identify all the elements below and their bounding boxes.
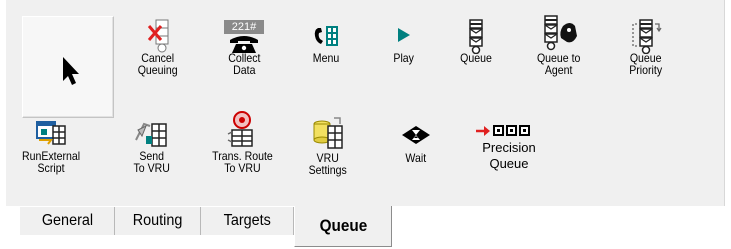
hourglass-wait-icon xyxy=(398,118,434,152)
trans-route-to-vru-label: Trans. Route To VRU xyxy=(211,149,273,175)
cancel-queuing-tool[interactable]: Cancel Queuing xyxy=(126,18,190,76)
trans-route-to-vru-icon xyxy=(222,110,262,150)
send-to-vru-label: Send To VRU xyxy=(133,149,171,175)
queue-to-agent-icon xyxy=(537,14,581,52)
menu-tool[interactable]: Menu xyxy=(298,18,354,64)
send-to-vru-tool[interactable]: Send To VRU xyxy=(120,116,184,174)
tab-queue[interactable]: Queue xyxy=(294,206,392,247)
tab-routing-label: Routing xyxy=(132,212,183,229)
send-to-vru-icon xyxy=(132,116,172,150)
queue-label: Queue xyxy=(460,51,492,65)
arrow-pointer-icon xyxy=(63,57,79,85)
run-external-script-tool[interactable]: RunExternal Script xyxy=(10,116,92,174)
queue-to-agent-label: Queue to Agent xyxy=(537,51,581,77)
tab-general[interactable]: General xyxy=(20,207,115,235)
queue-priority-tool[interactable]: Queue Priority xyxy=(616,18,676,76)
collect-data-tool[interactable]: 221# Collect Data xyxy=(212,18,276,76)
cancel-queuing-icon xyxy=(140,18,176,53)
precision-queue-label: Precision Queue xyxy=(482,140,536,171)
tab-targets-label: Targets xyxy=(223,212,271,229)
queue-icon xyxy=(458,18,494,54)
run-external-script-label: RunExternal Script xyxy=(21,149,81,175)
trans-route-to-vru-tool[interactable]: Trans. Route To VRU xyxy=(202,110,282,174)
wait-tool[interactable]: Wait xyxy=(386,118,446,164)
menu-phone-icon xyxy=(308,18,344,52)
queue-priority-label: Queue Priority xyxy=(629,51,663,77)
play-tool[interactable]: Play xyxy=(376,18,432,64)
collect-data-label: Collect Data xyxy=(227,51,261,77)
queue-to-agent-tool[interactable]: Queue to Agent xyxy=(524,14,594,76)
vru-settings-tool[interactable]: VRU Settings xyxy=(296,114,360,176)
tab-general-label: General xyxy=(41,212,93,229)
menu-label: Menu xyxy=(312,51,340,65)
tab-bar: General Routing Targets Queue xyxy=(6,206,724,249)
run-external-script-icon xyxy=(31,116,71,150)
precision-queue-tool[interactable]: Precision Queue xyxy=(470,122,548,172)
select-tool-button[interactable] xyxy=(22,16,114,118)
tab-routing[interactable]: Routing xyxy=(115,207,201,235)
tab-targets[interactable]: Targets xyxy=(201,207,294,235)
queue-priority-icon xyxy=(628,18,664,54)
vru-settings-icon xyxy=(308,114,348,152)
vru-settings-label: VRU Settings xyxy=(308,151,348,177)
play-icon xyxy=(386,18,422,52)
queue-tool[interactable]: Queue xyxy=(446,18,506,64)
wait-label: Wait xyxy=(405,151,427,165)
tool-palette: Cancel Queuing 221# Collect Data Menu Pl… xyxy=(6,0,725,206)
play-label: Play xyxy=(393,51,415,65)
collect-data-display: 221# xyxy=(224,20,264,34)
precision-queue-icon xyxy=(470,122,548,140)
cancel-queuing-label: Cancel Queuing xyxy=(138,51,178,77)
tab-queue-label: Queue xyxy=(319,216,367,235)
collect-data-icon: 221# xyxy=(222,18,266,53)
